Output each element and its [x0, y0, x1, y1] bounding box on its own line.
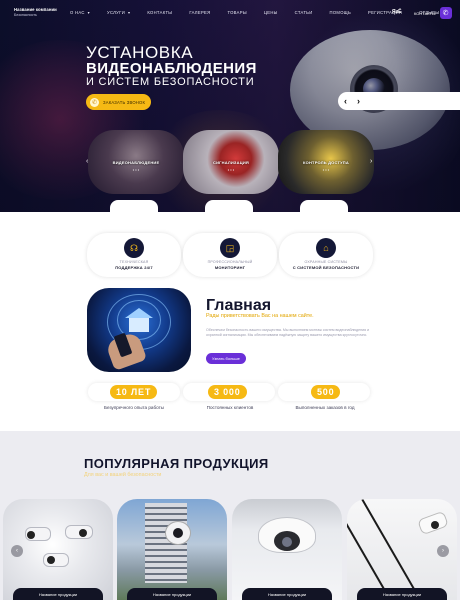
lock-icon: ⌂	[316, 238, 336, 258]
category-card-alarm[interactable]: СИГНАЛИЗАЦИЯ • • •	[183, 130, 279, 194]
products-subtitle: Для вас и вашей безопасности	[84, 472, 162, 478]
stat-number-orders: 500	[311, 385, 341, 399]
about-text: Обеспечим безопасность вашего имущества.…	[206, 328, 370, 337]
category-label: ВИДЕОНАБЛЮДЕНИЕ	[112, 160, 160, 165]
about-subtitle: Рады приветствовать Вас на нашем сайте.	[206, 313, 314, 319]
menu-item-contacts[interactable]: КОНТАКТЫ	[147, 10, 172, 15]
feature-card-security: ⌂ ОХРАННЫЕ СИСТЕМЫ С СИСТЕМОЙ БЕЗОПАСНОС…	[279, 233, 373, 277]
hero-next-arrow-icon[interactable]: ›	[357, 96, 360, 106]
feature-caption: ОХРАННЫЕ СИСТЕМЫ	[304, 260, 348, 264]
stat-caption: Безупречного опыта работы	[104, 405, 164, 410]
product-caption: Название продукции	[13, 588, 103, 600]
category-dots: • • •	[227, 167, 235, 172]
category-next-icon[interactable]: ›	[370, 158, 372, 165]
stat-caption: Выполненных заказов в год	[295, 405, 355, 410]
hero-title-line2: ВИДЕОНАБЛЮДЕНИЯ	[86, 60, 257, 77]
site-logo[interactable]: Название компании Безопасность	[14, 7, 74, 17]
feature-caption: ТЕХНИЧЕСКАЯ	[119, 260, 149, 264]
feature-value: С СИСТЕМОЙ БЕЗОПАСНОСТИ	[292, 265, 360, 270]
menu-item-about[interactable]: О НАС	[70, 10, 90, 15]
menu-item-prices[interactable]: ЦЕНЫ	[264, 10, 278, 15]
top-navigation: Название компании Безопасность О НАС УСЛ…	[0, 0, 460, 26]
headset-icon: ☊	[124, 238, 144, 258]
category-dots: • • •	[322, 167, 330, 172]
feature-value: ПОДДЕРЖКА 24/7	[115, 265, 153, 270]
about-image	[87, 288, 191, 372]
feature-value: МОНИТОРИНГ	[214, 265, 246, 270]
feature-card-support: ☊ ТЕХНИЧЕСКАЯ ПОДДЕРЖКА 24/7	[87, 233, 181, 277]
hero-prev-arrow-icon[interactable]: ‹	[344, 96, 347, 106]
order-call-button[interactable]: ✆ ЗАКАЗАТЬ ЗВОНОК	[86, 94, 152, 110]
category-label: СИГНАЛИЗАЦИЯ	[212, 160, 249, 165]
learn-more-button[interactable]: Узнать больше	[206, 353, 246, 364]
monitor-icon: ◲	[220, 238, 240, 258]
category-dots: • • •	[132, 167, 140, 172]
hero-slider-controls: ‹ ›	[338, 92, 460, 110]
product-card[interactable]: Название продукции	[232, 499, 342, 600]
language-switch[interactable]: ЯzЁ	[392, 9, 401, 15]
product-caption: Название продукции	[357, 588, 447, 600]
phone-icon: ✆	[439, 7, 452, 19]
menu-item-services[interactable]: УСЛУГИ	[107, 10, 130, 15]
logo-subtitle: Безопасность	[14, 13, 37, 17]
hero-title-line1: УСТАНОВКА	[86, 43, 194, 62]
products-title: ПОПУЛЯРНАЯ ПРОДУКЦИЯ	[84, 456, 269, 471]
logo-title: Название компании	[14, 7, 57, 12]
products-prev-icon[interactable]: ‹	[11, 545, 23, 557]
stat-number-clients: 3 000	[208, 385, 247, 399]
category-label: КОНТРОЛЬ ДОСТУПА	[303, 160, 349, 165]
menu-item-products[interactable]: ТОВАРЫ	[227, 10, 246, 15]
contacts-label: КОНТАКТЫ	[414, 10, 436, 16]
order-call-label: ЗАКАЗАТЬ ЗВОНОК	[103, 99, 146, 105]
hero-heading: УСТАНОВКА ВИДЕОНАБЛЮДЕНИЯ И СИСТЕМ БЕЗОП…	[86, 43, 257, 88]
category-card-video[interactable]: ВИДЕОНАБЛЮДЕНИЕ • • •	[88, 130, 184, 194]
hero-title-line3: И СИСТЕМ БЕЗОПАСНОСТИ	[86, 76, 255, 88]
menu-item-help[interactable]: ПОМОЩЬ	[330, 10, 352, 15]
products-next-icon[interactable]: ›	[437, 545, 449, 557]
product-caption: Название продукции	[127, 588, 217, 600]
stat-caption: Постоянных клиентов	[206, 405, 254, 410]
stat-number-years: 10 ЛЕТ	[110, 385, 158, 399]
menu-item-gallery[interactable]: ГАЛЕРЕЯ	[189, 10, 210, 15]
contacts-button[interactable]: КОНТАКТЫ ✆	[414, 7, 452, 19]
product-card[interactable]: Название продукции	[117, 499, 227, 600]
feature-card-monitoring: ◲ ПРОФЕССИОНАЛЬНЫЙ МОНИТОРИНГ	[183, 233, 277, 277]
hero-section: Название компании Безопасность О НАС УСЛ…	[0, 0, 460, 212]
product-caption: Название продукции	[242, 588, 332, 600]
menu-item-articles[interactable]: СТАТЬИ	[295, 10, 313, 15]
category-card-access[interactable]: КОНТРОЛЬ ДОСТУПА • • •	[278, 130, 374, 194]
feature-caption: ПРОФЕССИОНАЛЬНЫЙ	[207, 260, 253, 264]
phone-icon: ✆	[90, 97, 99, 107]
